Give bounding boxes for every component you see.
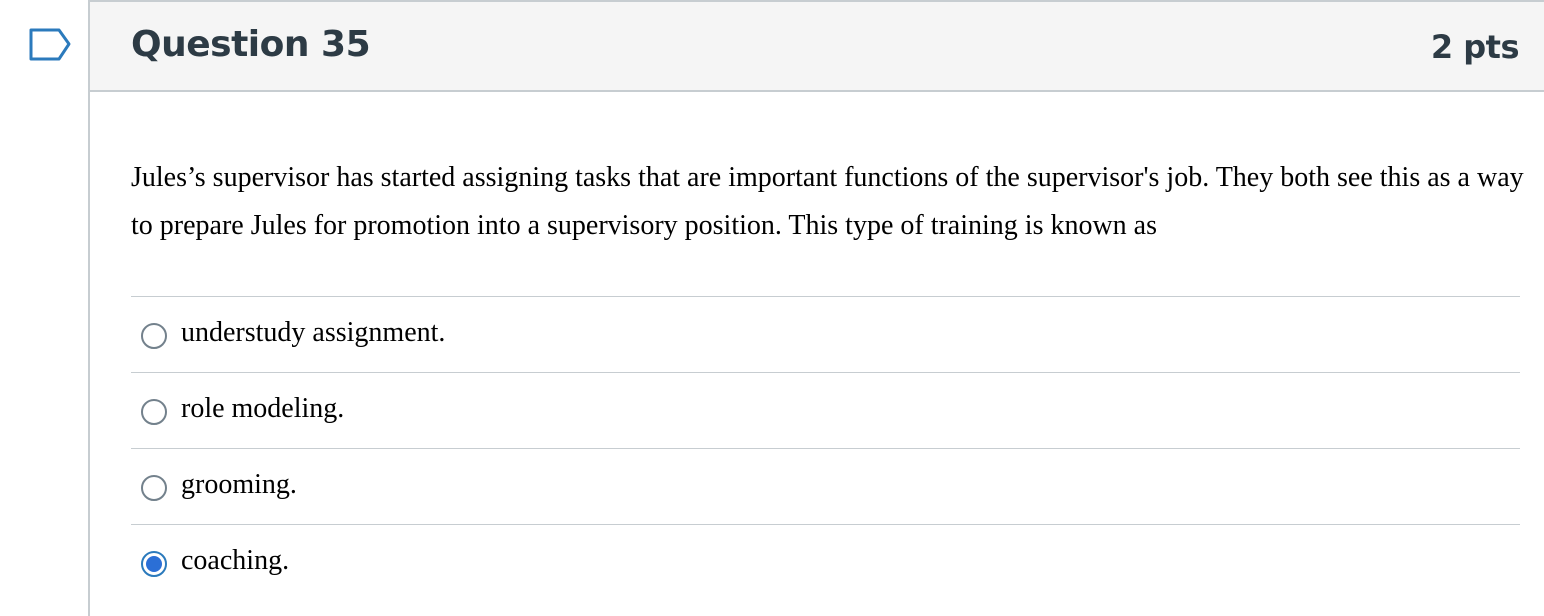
flag-question-button[interactable]: [28, 27, 74, 63]
answer-label: role modeling.: [181, 393, 345, 424]
question-points: 2 pts: [1430, 28, 1520, 66]
flag-bookmark-icon: [29, 28, 71, 61]
radio-button[interactable]: [141, 475, 167, 501]
answer-label: coaching.: [181, 545, 290, 576]
answer-option[interactable]: coaching.: [131, 524, 1520, 600]
radio-button[interactable]: [141, 323, 167, 349]
answer-list: understudy assignment. role modeling. gr…: [131, 296, 1520, 600]
radio-button[interactable]: [141, 399, 167, 425]
answer-option[interactable]: role modeling.: [131, 372, 1520, 448]
question-text: Jules’s supervisor has started assigning…: [131, 162, 1524, 241]
question-header: Question 35 2 pts: [90, 2, 1544, 92]
question-title: Question 35: [131, 24, 371, 65]
answer-label: understudy assignment.: [181, 317, 446, 348]
answer-option[interactable]: understudy assignment.: [131, 296, 1520, 372]
question-card: Question 35 2 pts Jules’s supervisor has…: [88, 0, 1544, 616]
answer-option[interactable]: grooming.: [131, 448, 1520, 524]
radio-button[interactable]: [141, 551, 167, 577]
answer-label: grooming.: [181, 469, 297, 500]
